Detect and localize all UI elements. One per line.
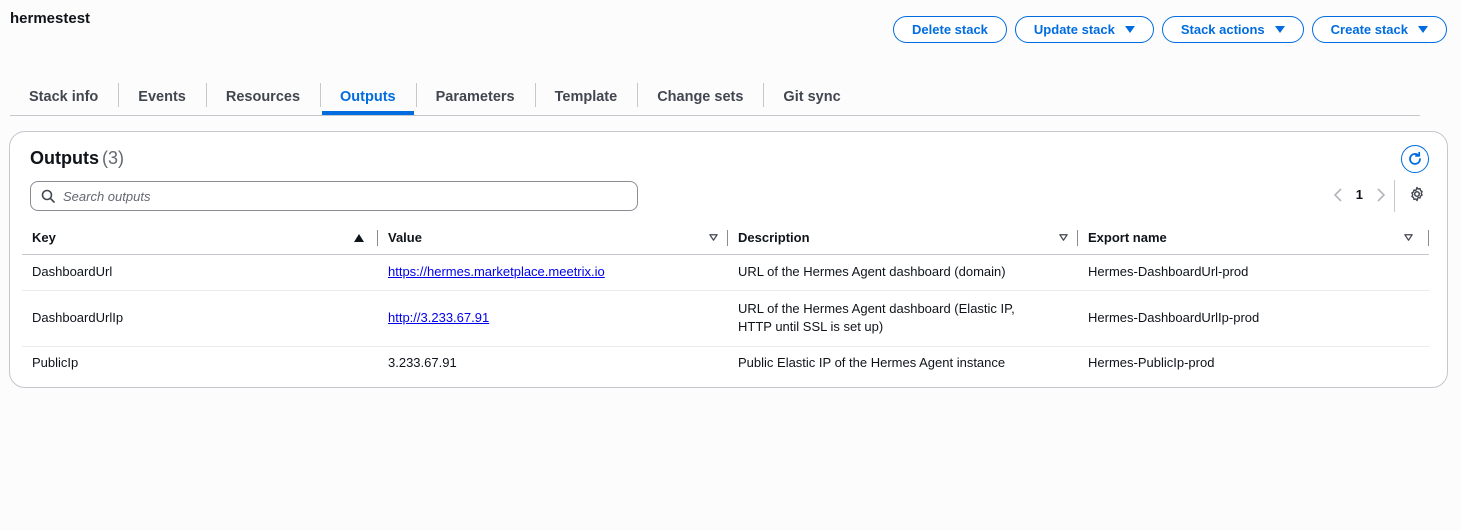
column-export-label: Export name bbox=[1088, 230, 1167, 246]
tab-resources[interactable]: Resources bbox=[205, 80, 320, 114]
sort-icon bbox=[709, 234, 718, 242]
outputs-count: (3) bbox=[102, 148, 124, 168]
create-stack-label: Create stack bbox=[1330, 22, 1408, 37]
current-page[interactable]: 1 bbox=[1356, 187, 1363, 202]
output-export-name: Hermes-DashboardUrl-prod bbox=[1078, 254, 1429, 291]
update-stack-label: Update stack bbox=[1033, 22, 1115, 37]
gear-icon bbox=[1411, 186, 1423, 202]
output-description: URL of the Hermes Agent dashboard (domai… bbox=[728, 254, 1078, 291]
column-header-key[interactable]: Key bbox=[22, 222, 378, 255]
column-header-description[interactable]: Description bbox=[728, 222, 1078, 255]
column-header-export-name[interactable]: Export name bbox=[1078, 222, 1429, 255]
output-value-link[interactable]: http://3.233.67.91 bbox=[388, 310, 489, 325]
stack-actions-button[interactable]: Stack actions bbox=[1161, 16, 1304, 43]
update-stack-button[interactable]: Update stack bbox=[1014, 16, 1154, 43]
output-value-link[interactable]: https://hermes.marketplace.meetrix.io bbox=[388, 264, 605, 279]
refresh-button[interactable] bbox=[1401, 145, 1429, 173]
output-export-name: Hermes-DashboardUrlIp-prod bbox=[1078, 290, 1429, 347]
output-key: DashboardUrl bbox=[22, 254, 378, 291]
caret-down-icon bbox=[1418, 26, 1428, 33]
tab-change-sets[interactable]: Change sets bbox=[637, 80, 763, 114]
cloudformation-stack-page: hermestest Delete stack Update stack Sta… bbox=[0, 0, 1461, 530]
outputs-table: Key Value Description Export name Dashbo… bbox=[22, 222, 1429, 380]
chevron-right-icon[interactable] bbox=[1377, 187, 1385, 202]
tab-stack-info[interactable]: Stack info bbox=[10, 80, 118, 114]
stack-action-buttons: Delete stack Update stack Stack actions … bbox=[893, 16, 1447, 43]
outputs-title: Outputs bbox=[30, 148, 99, 168]
create-stack-button[interactable]: Create stack bbox=[1311, 16, 1447, 43]
tab-parameters[interactable]: Parameters bbox=[415, 80, 535, 114]
output-description: Public Elastic IP of the Hermes Agent in… bbox=[738, 355, 1006, 371]
refresh-icon bbox=[1409, 151, 1421, 165]
table-row: DashboardUrl https://hermes.marketplace.… bbox=[22, 254, 1429, 291]
output-value-cell: https://hermes.marketplace.meetrix.io bbox=[378, 254, 728, 291]
table-row: PublicIp 3.233.67.91 Public Elastic IP o… bbox=[22, 346, 1429, 380]
pager-divider bbox=[1394, 180, 1395, 212]
stack-actions-label: Stack actions bbox=[1180, 22, 1265, 37]
column-key-label: Key bbox=[32, 230, 56, 246]
output-key: PublicIp bbox=[32, 355, 79, 371]
sort-icon bbox=[1059, 234, 1068, 242]
search-icon bbox=[41, 189, 55, 203]
column-header-value[interactable]: Value bbox=[378, 222, 728, 255]
delete-stack-button[interactable]: Delete stack bbox=[893, 16, 1007, 43]
table-row: DashboardUrlIp http://3.233.67.91 URL of… bbox=[22, 290, 1429, 347]
outputs-panel: Outputs(3) 1 bbox=[9, 131, 1448, 388]
sort-icon bbox=[1404, 234, 1413, 242]
column-description-label: Description bbox=[738, 230, 810, 246]
outputs-heading: Outputs (3) bbox=[30, 148, 124, 169]
output-export-name: Hermes-PublicIp-prod bbox=[1088, 355, 1215, 371]
caret-down-icon bbox=[1124, 26, 1135, 33]
search-outputs-field[interactable] bbox=[30, 181, 638, 211]
column-value-label: Value bbox=[388, 230, 422, 246]
delete-stack-label: Delete stack bbox=[912, 22, 988, 37]
caret-down-icon bbox=[1274, 26, 1285, 33]
column-resizer[interactable] bbox=[1428, 230, 1429, 246]
page-title: hermestest bbox=[10, 10, 91, 27]
tab-template[interactable]: Template bbox=[534, 80, 638, 114]
output-description: URL of the Hermes Agent dashboard (Elast… bbox=[728, 290, 1078, 347]
pagination: 1 bbox=[1333, 187, 1385, 202]
tab-outputs[interactable]: Outputs bbox=[320, 80, 416, 115]
output-value: 3.233.67.91 bbox=[388, 355, 457, 371]
tab-git-sync[interactable]: Git sync bbox=[763, 80, 860, 114]
sort-ascending-icon bbox=[354, 233, 364, 242]
stack-tabs: Stack info Events Resources Outputs Para… bbox=[10, 80, 1420, 116]
table-header-row: Key Value Description Export name bbox=[22, 222, 1429, 255]
search-input[interactable] bbox=[63, 188, 637, 204]
tab-events[interactable]: Events bbox=[118, 80, 206, 114]
chevron-left-icon[interactable] bbox=[1333, 187, 1342, 202]
preferences-button[interactable] bbox=[1409, 186, 1425, 207]
output-key: DashboardUrlIp bbox=[22, 290, 378, 347]
output-value-cell: http://3.233.67.91 bbox=[378, 290, 728, 347]
